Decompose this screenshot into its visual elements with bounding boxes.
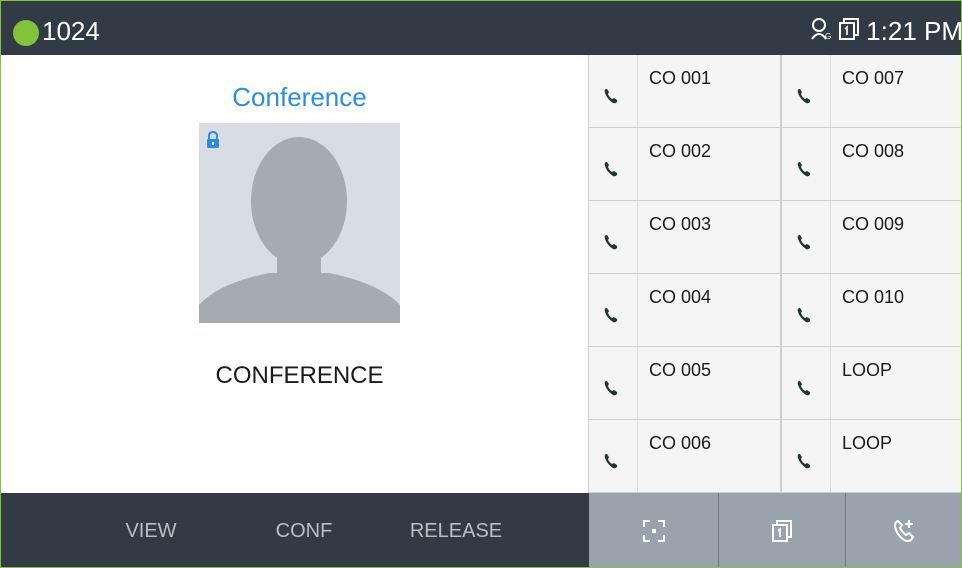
expand-button[interactable]: [589, 493, 718, 567]
phone-handset-icon: [604, 454, 617, 469]
line-status-icon: [782, 347, 831, 419]
line-key[interactable]: CO 005: [588, 347, 781, 420]
line-key-grid: CO 001 CO 007 CO 002 CO 008 CO 003 CO 009 CO 0…: [588, 55, 961, 493]
line-key-label: LOOP: [842, 360, 893, 380]
line-key[interactable]: CO 004: [588, 274, 781, 347]
line-key[interactable]: LOOP: [781, 420, 961, 493]
status-indicators: G 1:21 PM: [810, 15, 962, 47]
globe-user-icon: G: [810, 17, 832, 46]
phone-handset-icon: [604, 89, 617, 104]
page-icon: [838, 17, 860, 46]
phone-handset-icon: [797, 162, 810, 177]
line-key[interactable]: CO 001: [588, 55, 781, 128]
line-status-icon: [782, 201, 831, 273]
line-key-label: CO 006: [649, 433, 712, 453]
conf-button[interactable]: CONF: [259, 493, 349, 567]
phone-handset-icon: [797, 454, 810, 469]
line-key[interactable]: CO 006: [588, 420, 781, 493]
line-key-label: CO 010: [842, 287, 905, 307]
line-status-icon: [589, 128, 638, 200]
svg-text:G: G: [825, 32, 831, 41]
phone-handset-icon: [797, 235, 810, 250]
call-title: Conference: [232, 82, 367, 112]
phone-handset-icon: [604, 381, 617, 396]
call-add-button[interactable]: [846, 493, 961, 567]
phone-handset-icon: [797, 89, 810, 104]
line-key[interactable]: CO 008: [781, 128, 961, 201]
lock-icon: [207, 131, 219, 148]
line-key[interactable]: CO 009: [781, 201, 961, 274]
line-status-icon: [782, 274, 831, 346]
line-key[interactable]: LOOP: [781, 347, 961, 420]
phone-handset-icon: [797, 381, 810, 396]
person-silhouette-icon: [199, 137, 400, 323]
line-status-icon: [589, 201, 638, 273]
phone-handset-icon: [604, 308, 617, 323]
caller-name: CONFERENCE: [215, 362, 384, 389]
phone-screen: 1024 G 1:21 PM Conference CONFERENCE CO …: [0, 0, 962, 568]
line-key[interactable]: CO 003: [588, 201, 781, 274]
expand-icon: [642, 520, 665, 542]
line-key-label: CO 002: [649, 141, 712, 161]
page-button[interactable]: [719, 493, 845, 567]
line-status-icon: [589, 55, 638, 127]
page-icon: [772, 520, 792, 542]
clock-time: 1:21 PM: [866, 16, 962, 46]
release-button[interactable]: RELEASE: [396, 493, 516, 567]
line-key-label: CO 005: [649, 360, 712, 380]
line-key[interactable]: CO 002: [588, 128, 781, 201]
softkey-bar: VIEW CONF RELEASE: [1, 493, 961, 567]
phone-handset-icon: [797, 308, 810, 323]
call-info-panel: Conference CONFERENCE: [1, 55, 588, 493]
line-status-icon: [589, 274, 638, 346]
status-bar: 1024 G 1:21 PM: [1, 1, 962, 55]
line-key[interactable]: CO 007: [781, 55, 961, 128]
phone-handset-icon: [604, 162, 617, 177]
line-key-label: CO 009: [842, 214, 905, 234]
line-status-icon: [589, 347, 638, 419]
line-status-icon: [782, 128, 831, 200]
line-key-label: CO 001: [649, 68, 712, 88]
line-key-label: LOOP: [842, 433, 893, 453]
line-key-label: CO 004: [649, 287, 712, 307]
extension-number: 1024: [42, 16, 100, 46]
avatar[interactable]: [199, 123, 400, 323]
line-key-label: CO 008: [842, 141, 905, 161]
call-add-icon: [893, 519, 914, 542]
line-status-icon: [782, 420, 831, 492]
view-button[interactable]: VIEW: [111, 493, 191, 567]
line-status-icon: [782, 55, 831, 127]
line-key-label: CO 003: [649, 214, 712, 234]
line-key-label: CO 007: [842, 68, 905, 88]
line-status-icon: [589, 420, 638, 492]
presence-dot-icon: [13, 20, 39, 46]
phone-handset-icon: [604, 235, 617, 250]
line-key[interactable]: CO 010: [781, 274, 961, 347]
